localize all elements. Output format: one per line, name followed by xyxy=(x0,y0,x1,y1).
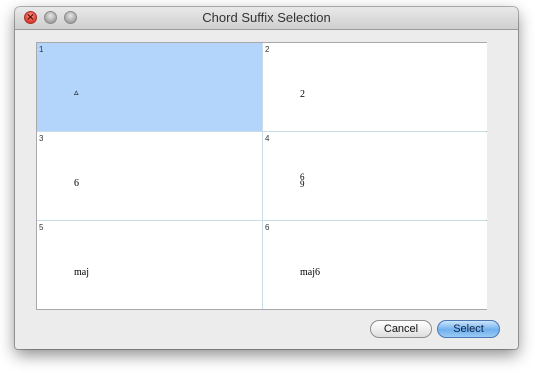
cell-suffix: maj6 xyxy=(300,267,320,278)
dialog-window: × Chord Suffix Selection 1 ▵ 2 2 3 6 4 6… xyxy=(15,7,518,349)
suffix-grid: 1 ▵ 2 2 3 6 4 6 9 5 maj 6 maj6 xyxy=(36,42,487,310)
suffix-cell-4[interactable]: 4 6 9 xyxy=(263,132,487,220)
cell-suffix-bottom: 9 xyxy=(300,179,305,189)
suffix-cell-5[interactable]: 5 maj xyxy=(37,221,262,309)
cell-suffix: maj xyxy=(74,267,89,278)
suffix-cell-2[interactable]: 2 2 xyxy=(263,43,487,131)
cell-index: 2 xyxy=(265,45,270,54)
cell-index: 1 xyxy=(39,45,44,54)
cell-suffix: 2 xyxy=(300,89,305,100)
cell-index: 5 xyxy=(39,223,44,232)
select-button[interactable]: Select xyxy=(437,320,500,338)
suffix-cell-3[interactable]: 3 6 xyxy=(37,132,262,220)
cell-index: 4 xyxy=(265,134,270,143)
suffix-cell-6[interactable]: 6 maj6 xyxy=(263,221,487,309)
suffix-cell-1[interactable]: 1 ▵ xyxy=(37,43,262,131)
triangle-major-icon: ▵ xyxy=(74,88,79,98)
title-bar[interactable]: × Chord Suffix Selection xyxy=(15,7,518,30)
cell-index: 3 xyxy=(39,134,44,143)
cancel-button[interactable]: Cancel xyxy=(370,320,432,338)
window-title: Chord Suffix Selection xyxy=(202,10,331,25)
cell-suffix-stacked: 6 9 xyxy=(300,173,305,189)
cell-suffix: 6 xyxy=(74,178,79,189)
cell-index: 6 xyxy=(265,223,270,232)
